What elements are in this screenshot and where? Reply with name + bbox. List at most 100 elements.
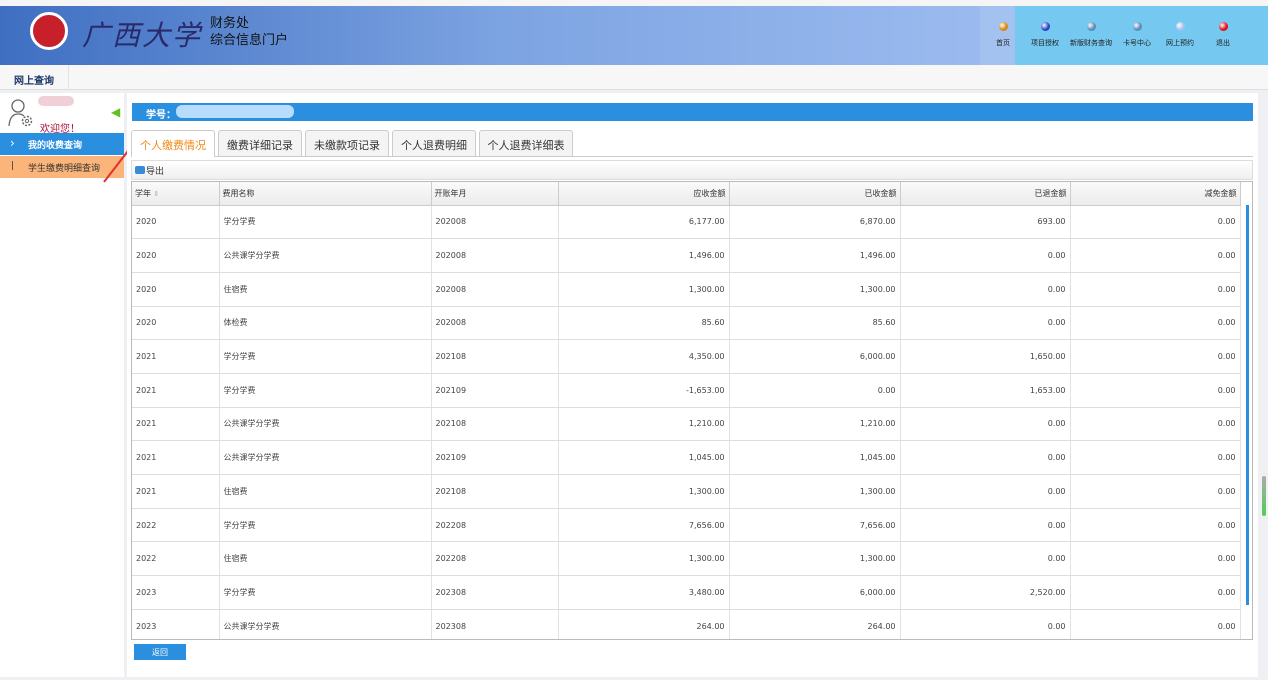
table-cell: 公共课学分学费	[219, 441, 431, 475]
nav-ball-icon	[1133, 22, 1142, 31]
chevron-right-icon: ›	[10, 136, 15, 150]
table-cell: 202109	[431, 441, 558, 475]
university-name-logo: 广西大学	[82, 14, 202, 54]
table-cell: 1,650.00	[900, 340, 1070, 374]
student-id-bar: 学号：	[132, 103, 1253, 121]
column-header[interactable]: 减免金额	[1070, 182, 1240, 205]
topnav-item[interactable]: 项目授权	[1020, 22, 1070, 48]
table-row[interactable]: 2023学分学费2023083,480.006,000.002,520.000.…	[132, 576, 1240, 610]
table-row[interactable]: 2020住宿费2020081,300.001,300.000.000.00	[132, 272, 1240, 306]
table-cell: 1,653.00	[900, 373, 1070, 407]
nav-ball-icon	[1219, 22, 1228, 31]
nav-online-query[interactable]: 网上查询	[14, 72, 54, 87]
table-row[interactable]: 2021公共课学分学费2021081,210.001,210.000.000.0…	[132, 407, 1240, 441]
fee-table: 学年 ⇕费用名称开账年月应收金额已收金额已退金额减免金额2020学分学费2020…	[131, 181, 1253, 640]
column-header[interactable]: 费用名称	[219, 182, 431, 205]
table-cell: -1,653.00	[558, 373, 729, 407]
tab-1[interactable]: 缴费详细记录	[218, 130, 302, 156]
table-cell: 202108	[431, 340, 558, 374]
table-row[interactable]: 2021住宿费2021081,300.001,300.000.000.00	[132, 475, 1240, 509]
table-cell: 0.00	[1070, 407, 1240, 441]
table-cell: 1,210.00	[729, 407, 900, 441]
table-cell: 202208	[431, 542, 558, 576]
table-row[interactable]: 2023公共课学分学费202308264.00264.000.000.00	[132, 609, 1240, 640]
table-cell: 公共课学分学费	[219, 239, 431, 273]
table-row[interactable]: 2021学分学费2021084,350.006,000.001,650.000.…	[132, 340, 1240, 374]
table-cell: 2020	[132, 205, 219, 239]
table-cell: 2021	[132, 340, 219, 374]
user-settings-icon	[8, 98, 34, 128]
table-row[interactable]: 2021学分学费202109-1,653.000.001,653.000.00	[132, 373, 1240, 407]
table-cell: 0.00	[900, 508, 1070, 542]
sort-icon[interactable]: ⇕	[154, 190, 160, 198]
collapse-arrow-icon[interactable]: ◀	[111, 105, 120, 119]
topnav-label: 项目授权	[1031, 39, 1059, 47]
table-cell: 0.00	[1070, 475, 1240, 509]
printer-icon	[135, 166, 145, 174]
table-row[interactable]: 2020体检费20200885.6085.600.000.00	[132, 306, 1240, 340]
portal-name: 综合信息门户	[210, 32, 288, 49]
nav-ball-icon	[999, 22, 1008, 31]
table-row[interactable]: 2021公共课学分学费2021091,045.001,045.000.000.0…	[132, 441, 1240, 475]
table-cell: 0.00	[1070, 340, 1240, 374]
table-cell: 2020	[132, 306, 219, 340]
tab-0[interactable]: 个人缴费情况	[131, 130, 215, 157]
table-cell: 202008	[431, 306, 558, 340]
column-header[interactable]: 已退金额	[900, 182, 1070, 205]
table-cell: 2023	[132, 576, 219, 610]
table-row[interactable]: 2022学分学费2022087,656.007,656.000.000.00	[132, 508, 1240, 542]
table-cell: 2,520.00	[900, 576, 1070, 610]
menu-label: 学生缴费明细查询	[28, 164, 100, 174]
table-cell: 0.00	[900, 306, 1070, 340]
column-label: 已退金额	[1035, 189, 1067, 198]
table-cell: 264.00	[558, 609, 729, 640]
page-scrollbar[interactable]	[1262, 476, 1266, 516]
table-cell: 7,656.00	[729, 508, 900, 542]
topnav-label: 退出	[1216, 39, 1230, 47]
table-cell: 学分学费	[219, 508, 431, 542]
table-cell: 0.00	[1070, 441, 1240, 475]
table-cell: 2021	[132, 475, 219, 509]
table-cell: 202308	[431, 576, 558, 610]
menu-label: 我的收费查询	[28, 141, 82, 151]
column-header[interactable]: 已收金额	[729, 182, 900, 205]
tab-2[interactable]: 未缴款项记录	[305, 130, 389, 156]
column-header[interactable]: 应收金额	[558, 182, 729, 205]
table-cell: 6,177.00	[558, 205, 729, 239]
column-label: 学年	[135, 189, 151, 198]
topnav-item[interactable]: 退出	[1198, 22, 1248, 48]
table-cell: 0.00	[1070, 508, 1240, 542]
table-cell: 202008	[431, 272, 558, 306]
table-row[interactable]: 2020学分学费2020086,177.006,870.00693.000.00	[132, 205, 1240, 239]
column-header[interactable]: 开账年月	[431, 182, 558, 205]
table-cell: 1,496.00	[558, 239, 729, 273]
table-cell: 学分学费	[219, 576, 431, 610]
topnav-item[interactable]: 新版财务查询	[1066, 22, 1116, 48]
tab-3[interactable]: 个人退费明细	[392, 130, 476, 156]
table-row[interactable]: 2020公共课学分学费2020081,496.001,496.000.000.0…	[132, 239, 1240, 273]
table-cell: 264.00	[729, 609, 900, 640]
table-scrollbar[interactable]	[1246, 205, 1249, 605]
column-label: 减免金额	[1205, 189, 1237, 198]
table-cell: 3,480.00	[558, 576, 729, 610]
tab-4[interactable]: 个人退费详细表	[479, 130, 573, 156]
table-cell: 0.00	[900, 239, 1070, 273]
nav-ball-icon	[1041, 22, 1050, 31]
export-button[interactable]: 导出	[146, 167, 164, 177]
column-header[interactable]: 学年 ⇕	[132, 182, 219, 205]
table-cell: 202008	[431, 205, 558, 239]
column-label: 应收金额	[694, 189, 726, 198]
table-cell: 202008	[431, 239, 558, 273]
back-button[interactable]: 返回	[134, 644, 186, 660]
username-redacted	[38, 96, 74, 106]
table-cell: 0.00	[1070, 306, 1240, 340]
column-label: 已收金额	[865, 189, 897, 198]
table-row[interactable]: 2022住宿费2022081,300.001,300.000.000.00	[132, 542, 1240, 576]
table-cell: 0.00	[1070, 239, 1240, 273]
table-cell: 202308	[431, 609, 558, 640]
table-cell: 1,300.00	[729, 475, 900, 509]
table-cell: 2022	[132, 508, 219, 542]
table-cell: 85.60	[729, 306, 900, 340]
table-cell: 4,350.00	[558, 340, 729, 374]
table-cell: 202108	[431, 407, 558, 441]
